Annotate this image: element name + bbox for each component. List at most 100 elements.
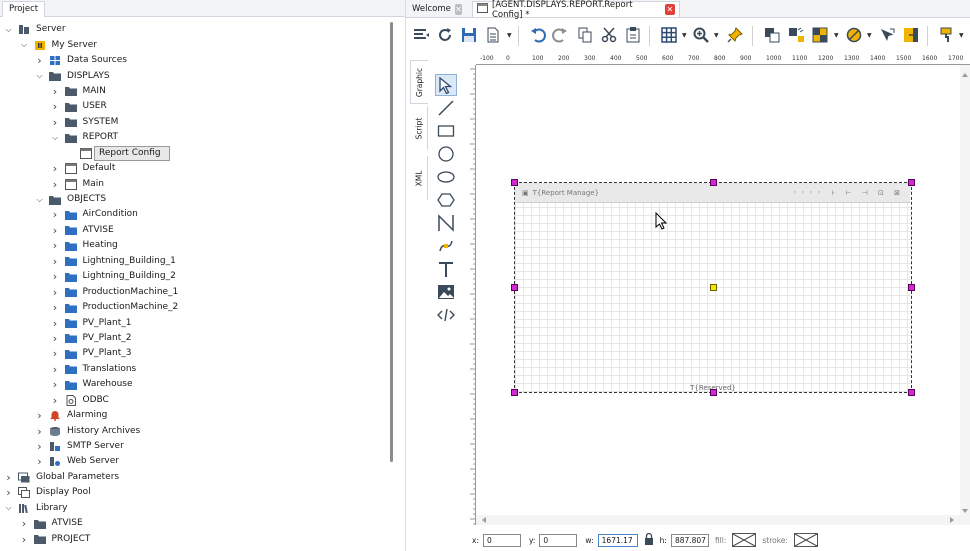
rectangle-tool-icon[interactable]: [435, 120, 457, 142]
canvas-vertical-scrollbar[interactable]: [960, 65, 970, 525]
tree-item[interactable]: › Display Pool: [0, 485, 390, 500]
chevron-down-icon[interactable]: ⌵: [35, 71, 44, 81]
close-icon[interactable]: ✕: [454, 3, 462, 15]
chevron-down-icon[interactable]: ▼: [682, 32, 687, 39]
tree-item[interactable]: › Translations: [0, 362, 390, 377]
path-tool-icon[interactable]: [435, 235, 457, 257]
chevron-down-icon[interactable]: ⌵: [51, 133, 60, 143]
chevron-right-icon[interactable]: ›: [51, 85, 60, 98]
chevron-right-icon[interactable]: ›: [51, 162, 60, 175]
tree-item[interactable]: › Default: [0, 161, 390, 176]
tree-item[interactable]: › AirCondition: [0, 207, 390, 222]
tree-scrollbar[interactable]: [390, 22, 393, 462]
align-right-icon[interactable]: [900, 24, 922, 46]
image-tool-icon[interactable]: [435, 281, 457, 303]
document-icon[interactable]: [482, 24, 504, 46]
stroke-swatch[interactable]: [793, 533, 818, 547]
tree-item[interactable]: Report Config: [0, 145, 390, 161]
chevron-down-icon[interactable]: ▼: [867, 32, 872, 39]
undo-icon[interactable]: [527, 24, 549, 46]
tree-item[interactable]: › ProductionMachine_2: [0, 300, 390, 315]
shape-no-icon[interactable]: [843, 24, 865, 46]
tree-item[interactable]: ⌵ REPORT: [0, 130, 390, 145]
chevron-right-icon[interactable]: ›: [4, 486, 13, 499]
resize-handle-nw[interactable]: [511, 179, 518, 186]
canvas-horizontal-scrollbar[interactable]: [476, 515, 960, 525]
chevron-down-icon[interactable]: ⌵: [20, 40, 29, 50]
chevron-right-icon[interactable]: ›: [51, 301, 60, 314]
resize-handle-s[interactable]: [710, 389, 717, 396]
tree-item[interactable]: › USER: [0, 99, 390, 114]
chevron-right-icon[interactable]: ›: [35, 440, 44, 453]
tree-item[interactable]: › PV_Plant_1: [0, 315, 390, 330]
redo-icon[interactable]: [549, 24, 571, 46]
chevron-right-icon[interactable]: ›: [35, 409, 44, 422]
tree-item[interactable]: › ODBC: [0, 393, 390, 408]
tree-item[interactable]: › History Archives: [0, 423, 390, 438]
pointer-tool-icon[interactable]: [435, 74, 457, 96]
select-move-icon[interactable]: [876, 24, 898, 46]
tab-xml[interactable]: XML: [410, 156, 428, 200]
close-icon[interactable]: ✕: [664, 4, 675, 15]
tree-item[interactable]: ⌵ DISPLAYS: [0, 68, 390, 83]
chevron-right-icon[interactable]: ›: [35, 455, 44, 468]
chevron-right-icon[interactable]: ›: [51, 347, 60, 360]
chevron-right-icon[interactable]: ›: [51, 286, 60, 299]
chevron-right-icon[interactable]: ›: [20, 533, 29, 546]
resize-handle-se[interactable]: [908, 389, 915, 396]
chevron-right-icon[interactable]: ›: [51, 239, 60, 252]
tree-item[interactable]: › Web Server: [0, 454, 390, 469]
save-icon[interactable]: [458, 24, 480, 46]
circle-tool-icon[interactable]: [435, 143, 457, 165]
text-tool-icon[interactable]: [435, 258, 457, 280]
chevron-right-icon[interactable]: ›: [35, 425, 44, 438]
y-field[interactable]: 0: [539, 533, 578, 547]
chevron-right-icon[interactable]: ›: [35, 54, 44, 67]
tree-item[interactable]: › Alarming: [0, 408, 390, 423]
panel-splitter[interactable]: [405, 0, 406, 551]
tree-item[interactable]: ⌵ Library: [0, 501, 390, 516]
chevron-down-icon[interactable]: ⌵: [35, 195, 44, 205]
chevron-right-icon[interactable]: ›: [20, 517, 29, 530]
resize-handle-sw[interactable]: [511, 389, 518, 396]
chevron-right-icon[interactable]: ›: [51, 394, 60, 407]
tree-item[interactable]: ⌵ My Server: [0, 37, 390, 52]
resize-handle-ne[interactable]: [908, 179, 915, 186]
tree-item[interactable]: › PV_Plant_3: [0, 346, 390, 361]
align-front-icon[interactable]: [761, 24, 783, 46]
chevron-right-icon[interactable]: ›: [51, 363, 60, 376]
chevron-right-icon[interactable]: ›: [51, 100, 60, 113]
chevron-right-icon[interactable]: ›: [4, 471, 13, 484]
tab-report-config[interactable]: [AGENT.DISPLAYS.REPORT.Report Config] * …: [472, 0, 680, 20]
chevron-down-icon[interactable]: ▼: [959, 32, 964, 39]
tab-graphic[interactable]: Graphic: [410, 60, 428, 104]
chevron-right-icon[interactable]: ›: [51, 224, 60, 237]
distribute-icon[interactable]: [785, 24, 807, 46]
resize-handle-n[interactable]: [710, 179, 717, 186]
chevron-right-icon[interactable]: ›: [51, 378, 60, 391]
pin-icon[interactable]: [724, 24, 746, 46]
copy-icon[interactable]: [574, 24, 596, 46]
chevron-right-icon[interactable]: ›: [51, 116, 60, 129]
chevron-down-icon[interactable]: ⌵: [4, 503, 13, 513]
tree-item[interactable]: › ATVISE: [0, 516, 390, 531]
lock-icon[interactable]: [644, 532, 654, 547]
tree-item[interactable]: › Lightning_Building_1: [0, 254, 390, 269]
rotation-center-handle[interactable]: [710, 284, 717, 291]
chevron-down-icon[interactable]: ▼: [834, 32, 839, 39]
tree-item[interactable]: › Main: [0, 176, 390, 191]
outline-icon[interactable]: [410, 24, 432, 46]
group-icon[interactable]: [809, 24, 831, 46]
cut-icon[interactable]: [598, 24, 620, 46]
w-field[interactable]: 1671.17: [597, 533, 638, 547]
tab-welcome[interactable]: Welcome ✕: [408, 1, 466, 17]
tree-item[interactable]: › ATVISE: [0, 223, 390, 238]
zoom-icon[interactable]: [690, 24, 712, 46]
tree-item[interactable]: › Lightning_Building_2: [0, 269, 390, 284]
resize-handle-w[interactable]: [511, 284, 518, 291]
polyline-tool-icon[interactable]: [435, 212, 457, 234]
chevron-down-icon[interactable]: ▼: [714, 32, 719, 39]
paste-icon[interactable]: [622, 24, 644, 46]
tree-item[interactable]: › ProductionMachine_1: [0, 284, 390, 299]
tree-item[interactable]: ⌵ Server: [0, 22, 390, 37]
